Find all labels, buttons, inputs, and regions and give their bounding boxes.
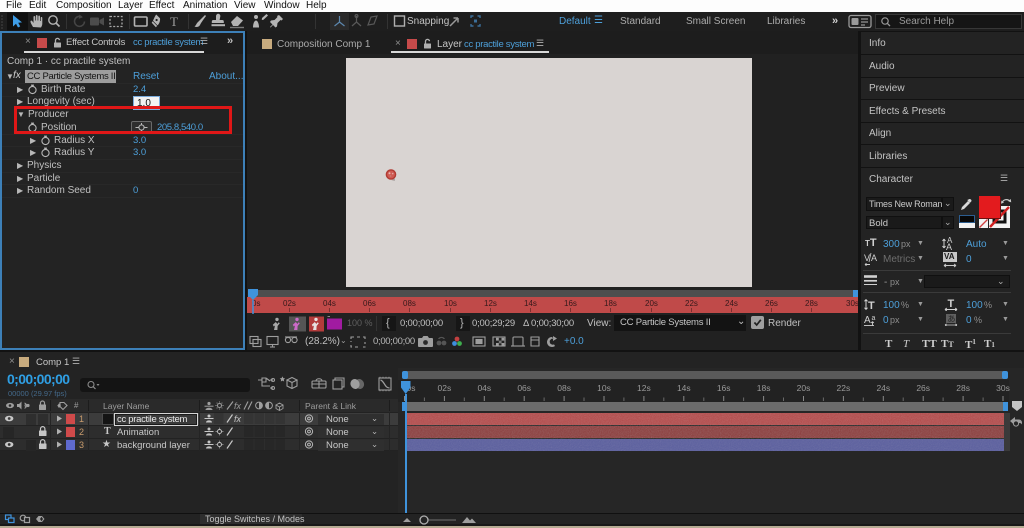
svg-text:16s: 16s bbox=[717, 383, 731, 393]
svg-text:02s: 02s bbox=[438, 383, 452, 393]
svg-text:04s: 04s bbox=[323, 299, 336, 308]
svg-text:A: A bbox=[864, 315, 871, 326]
svg-text:14s: 14s bbox=[524, 299, 537, 308]
svg-text:fx: fx bbox=[234, 401, 242, 411]
svg-text:20s: 20s bbox=[797, 383, 811, 393]
svg-text:26s: 26s bbox=[916, 383, 930, 393]
svg-text:08s: 08s bbox=[557, 383, 571, 393]
svg-text:a: a bbox=[872, 315, 876, 322]
svg-text:06s: 06s bbox=[363, 299, 376, 308]
svg-text:A: A bbox=[871, 253, 877, 263]
svg-text:T: T bbox=[948, 298, 955, 310]
svg-text:28s: 28s bbox=[805, 299, 818, 308]
svg-text:20s: 20s bbox=[645, 299, 658, 308]
svg-text:T: T bbox=[868, 300, 875, 311]
svg-text:22s: 22s bbox=[685, 299, 698, 308]
svg-text:18s: 18s bbox=[757, 383, 771, 393]
svg-text:24s: 24s bbox=[876, 383, 890, 393]
svg-text:あ: あ bbox=[948, 315, 956, 324]
svg-text:14s: 14s bbox=[677, 383, 691, 393]
svg-text:18s: 18s bbox=[604, 299, 617, 308]
svg-text:24s: 24s bbox=[725, 299, 738, 308]
svg-text:T: T bbox=[170, 14, 178, 29]
svg-text:fx: fx bbox=[234, 414, 242, 424]
svg-text:22s: 22s bbox=[837, 383, 851, 393]
svg-text:28s: 28s bbox=[956, 383, 970, 393]
svg-text:12s: 12s bbox=[637, 383, 651, 393]
svg-text:16s: 16s bbox=[564, 299, 577, 308]
svg-text:26s: 26s bbox=[765, 299, 778, 308]
svg-text:06s: 06s bbox=[517, 383, 531, 393]
svg-text:12s: 12s bbox=[484, 299, 497, 308]
svg-text:02s: 02s bbox=[283, 299, 296, 308]
svg-text:10s: 10s bbox=[597, 383, 611, 393]
svg-text:04s: 04s bbox=[477, 383, 491, 393]
svg-text:A: A bbox=[946, 242, 952, 251]
svg-text:30s: 30s bbox=[996, 383, 1010, 393]
svg-text:30s: 30s bbox=[846, 299, 858, 308]
svg-text:10s: 10s bbox=[444, 299, 457, 308]
svg-text:08s: 08s bbox=[403, 299, 416, 308]
